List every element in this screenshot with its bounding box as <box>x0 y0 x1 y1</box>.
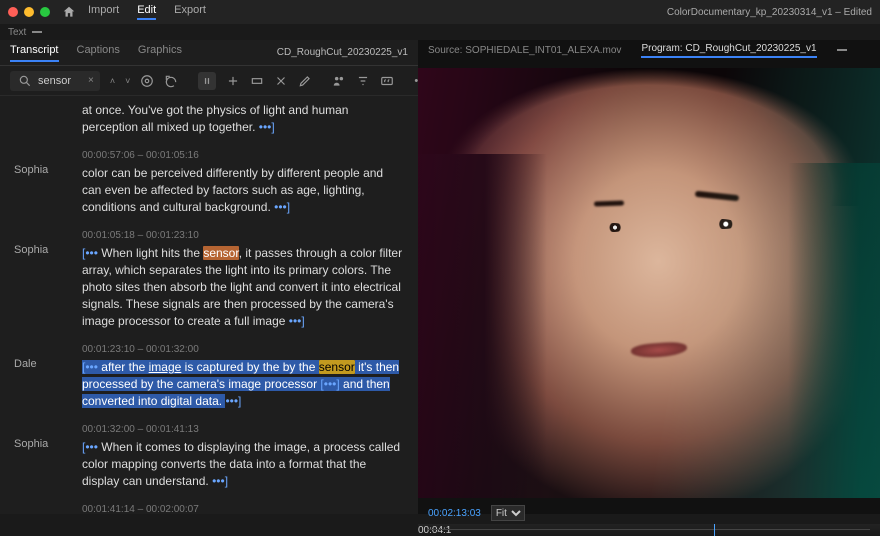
pause-icon[interactable] <box>198 72 216 90</box>
program-monitor-tab[interactable]: Program: CD_RoughCut_20230225_v1 <box>641 43 816 58</box>
pause-marker-icon: •••] <box>212 474 228 488</box>
transcript-text[interactable]: [••• When it comes to displaying the ima… <box>82 439 404 490</box>
search-hit-current: sensor <box>319 360 355 374</box>
pen-icon[interactable] <box>298 72 312 90</box>
clear-search-icon[interactable]: × <box>88 75 94 86</box>
pause-marker-icon: •••] <box>289 314 305 328</box>
search-input[interactable] <box>38 75 84 87</box>
transcript-text[interactable]: at once. You've got the physics of light… <box>82 102 404 136</box>
monitor-panel: Source: SOPHIEDALE_INT01_ALEXA.mov Progr… <box>418 40 880 514</box>
window-controls <box>8 7 50 17</box>
tab-captions[interactable]: Captions <box>77 44 120 62</box>
transcript-entry[interactable]: Jolene 00:01:41:14 – 00:02:00:07 [••• Th… <box>0 498 418 514</box>
timecode-range: 00:01:32:00 – 00:01:41:13 <box>82 424 404 435</box>
overwrite-icon[interactable] <box>250 72 264 90</box>
app-topbar: Import Edit Export ColorDocumentary_kp_2… <box>0 0 880 24</box>
text-panel: Transcript Captions Graphics CD_RoughCut… <box>0 40 418 514</box>
search-icon <box>16 72 34 90</box>
source-monitor-tab[interactable]: Source: SOPHIEDALE_INT01_ALEXA.mov <box>428 45 621 56</box>
program-monitor-viewer[interactable] <box>418 68 880 498</box>
pause-marker-icon: [•••] <box>320 377 339 391</box>
caption-tool-icon[interactable] <box>380 72 394 90</box>
tab-graphics[interactable]: Graphics <box>138 44 182 62</box>
transcript-toolbar: × ˄ ˅ ••• <box>0 66 418 96</box>
prev-match-icon[interactable]: ˄ <box>110 76 115 86</box>
transcript-entry[interactable]: Sophia 00:00:57:06 – 00:01:05:16 color c… <box>0 144 418 224</box>
minimize-window-icon[interactable] <box>24 7 34 17</box>
text-panel-tabs: Transcript Captions Graphics CD_RoughCut… <box>0 40 418 66</box>
speaker-name: Jolene <box>14 504 74 514</box>
panel-menu-icon[interactable] <box>32 31 42 33</box>
timecode-range: 00:01:05:18 – 00:01:23:10 <box>82 230 404 241</box>
editor-columns: Transcript Captions Graphics CD_RoughCut… <box>0 40 880 514</box>
timecode-range: 00:01:23:10 – 00:01:32:00 <box>82 344 404 355</box>
monitor-ruler[interactable]: 00:04:1 <box>418 524 880 536</box>
pause-marker-icon: [••• <box>82 360 98 374</box>
playhead-icon[interactable] <box>714 524 715 536</box>
fullscreen-window-icon[interactable] <box>40 7 50 17</box>
options-icon[interactable] <box>140 72 154 90</box>
filter-icon[interactable] <box>356 72 370 90</box>
timecode-range: 00:00:57:06 – 00:01:05:16 <box>82 150 404 161</box>
speaker-name: Dale <box>14 344 74 410</box>
pause-marker-icon: •••] <box>274 200 290 214</box>
tab-transcript[interactable]: Transcript <box>10 44 59 62</box>
speaker-tool-icon[interactable] <box>332 72 346 90</box>
monitor-timebar: 00:02:13:03 Fit <box>418 502 880 524</box>
speaker-name: Sophia <box>14 230 74 330</box>
pause-marker-icon: •••] <box>225 394 241 408</box>
speaker-name <box>14 102 74 136</box>
out-timecode: 00:04:1 <box>418 525 461 536</box>
replace-icon[interactable] <box>164 72 178 90</box>
transcript-list[interactable]: at once. You've got the physics of light… <box>0 96 418 514</box>
insert-icon[interactable] <box>226 72 240 90</box>
transcript-entry[interactable]: at once. You've got the physics of light… <box>0 96 418 144</box>
search-hit: sensor <box>203 246 238 260</box>
transcript-text[interactable]: [••• When light hits the sensor, it pass… <box>82 245 404 330</box>
sequence-name: CD_RoughCut_20230225_v1 <box>277 47 408 58</box>
panel-menu-icon[interactable] <box>837 49 847 51</box>
transcript-text[interactable]: [••• after the image is captured by the … <box>82 359 404 410</box>
search-box[interactable]: × <box>10 71 100 91</box>
workspace-tabs: Import Edit Export <box>88 4 206 20</box>
playhead-timecode[interactable]: 00:02:13:03 <box>428 508 481 519</box>
transcript-text[interactable]: color can be perceived differently by di… <box>82 165 404 216</box>
tab-import[interactable]: Import <box>88 4 119 20</box>
pause-marker-icon: [••• <box>82 246 98 260</box>
close-window-icon[interactable] <box>8 7 18 17</box>
transcript-entry[interactable]: Sophia 00:01:05:18 – 00:01:23:10 [••• Wh… <box>0 224 418 338</box>
home-icon[interactable] <box>62 5 76 19</box>
timecode-range: 00:01:41:14 – 00:02:00:07 <box>82 504 404 514</box>
tab-export[interactable]: Export <box>174 4 206 20</box>
next-match-icon[interactable]: ˅ <box>125 76 130 86</box>
tab-edit[interactable]: Edit <box>137 4 156 20</box>
transcript-entry[interactable]: Sophia 00:01:32:00 – 00:01:41:13 [••• Wh… <box>0 418 418 498</box>
project-title: ColorDocumentary_kp_20230314_v1 – Edited <box>667 7 872 18</box>
transcript-entry[interactable]: Dale 00:01:23:10 – 00:01:32:00 [••• afte… <box>0 338 418 418</box>
pause-marker-icon: [••• <box>82 440 98 454</box>
speaker-name: Sophia <box>14 150 74 216</box>
panel-tabstrip: Text <box>0 24 880 40</box>
text-panel-label[interactable]: Text <box>8 27 26 38</box>
monitor-tabs: Source: SOPHIEDALE_INT01_ALEXA.mov Progr… <box>418 40 880 60</box>
zoom-select[interactable]: Fit <box>491 505 525 521</box>
video-frame-image <box>418 68 880 498</box>
pause-marker-icon: •••] <box>259 120 275 134</box>
speaker-name: Sophia <box>14 424 74 490</box>
razor-icon[interactable] <box>274 72 288 90</box>
